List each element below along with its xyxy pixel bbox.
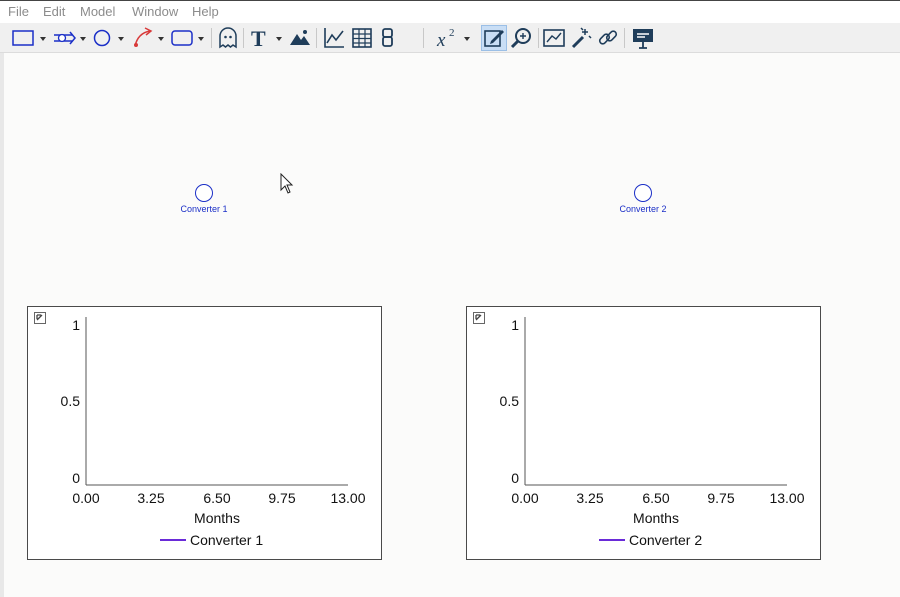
x-axis-label: Months	[633, 510, 679, 526]
y-tick-label: 0	[511, 470, 519, 486]
image-tool-button[interactable]	[288, 25, 312, 51]
toolbar: T x 2	[0, 23, 900, 53]
stock-icon	[12, 30, 46, 46]
y-tick-label: 0	[72, 470, 80, 486]
y-tick-label: 1	[511, 317, 519, 333]
presentation-screen-icon	[633, 29, 653, 49]
graph-tool-button[interactable]	[321, 25, 347, 51]
legend-label: Converter 1	[190, 532, 263, 548]
magic-wand-tool-button[interactable]	[569, 25, 593, 51]
zoom-tool-button[interactable]	[509, 25, 535, 51]
stock-tool-button[interactable]	[10, 25, 50, 51]
svg-text:x: x	[436, 30, 446, 51]
link-tool-button[interactable]	[596, 25, 620, 51]
chain-link-icon	[598, 30, 618, 45]
converter-label: Converter 2	[619, 204, 667, 214]
y-tick-label: 0.5	[500, 393, 520, 409]
converter-circle[interactable]	[634, 184, 652, 202]
converter-label: Converter 1	[180, 204, 228, 214]
table-icon	[352, 28, 372, 48]
module-tool-button[interactable]	[170, 25, 210, 51]
x-tick-label: 6.50	[642, 490, 669, 506]
module-icon	[171, 30, 204, 46]
presentation-tool-button[interactable]	[630, 25, 656, 51]
superscript-x-icon: x 2	[436, 27, 470, 51]
canvas-left-edge	[0, 53, 4, 597]
x-tick-label: 13.00	[769, 490, 804, 506]
x-tick-label: 13.00	[330, 490, 365, 506]
x-axis-label: Months	[194, 510, 240, 526]
svg-text:2: 2	[449, 27, 455, 39]
x-tick-label: 0.00	[72, 490, 99, 506]
graph-plot: 1 0.5 0 0.00 3.25 6.50 9.75 13.00 Months…	[500, 317, 805, 548]
menu-window[interactable]: Window	[132, 4, 178, 19]
x-tick-label: 6.50	[203, 490, 230, 506]
converter-circle[interactable]	[195, 184, 213, 202]
graph-expand-icon[interactable]	[473, 312, 485, 324]
x-tick-label: 3.25	[576, 490, 603, 506]
x-tick-label: 9.75	[268, 490, 295, 506]
y-tick-label: 1	[72, 317, 80, 333]
converter-2[interactable]: Converter 2	[603, 184, 683, 214]
menu-bar: File Edit Model Window Help	[0, 0, 900, 23]
x-tick-label: 3.25	[137, 490, 164, 506]
connector-icon	[134, 27, 164, 47]
menu-edit[interactable]: Edit	[43, 4, 65, 19]
equation-tool-button[interactable]: x 2	[434, 25, 474, 51]
graph-1[interactable]: 1 0.5 0 0.00 3.25 6.50 9.75 13.00 Months…	[27, 306, 382, 560]
mouse-pointer-icon	[280, 173, 294, 194]
menu-help[interactable]: Help	[192, 4, 219, 19]
x-tick-label: 0.00	[511, 490, 538, 506]
converter-tool-button[interactable]	[92, 25, 128, 51]
flow-tool-button[interactable]	[52, 25, 90, 51]
legend-label: Converter 2	[629, 532, 702, 548]
ghost-icon	[219, 27, 237, 49]
flow-icon	[54, 31, 86, 45]
mountain-image-icon	[290, 30, 310, 45]
graph-plot: 1 0.5 0 0.00 3.25 6.50 9.75 13.00 Months…	[61, 317, 366, 548]
magic-wand-icon	[571, 27, 592, 49]
menu-model[interactable]: Model	[80, 4, 115, 19]
graph-expand-icon[interactable]	[34, 312, 46, 324]
pencil-edit-icon	[484, 30, 504, 47]
digit-display-icon	[382, 28, 393, 47]
numeric-display-tool-button[interactable]	[377, 25, 399, 51]
x-tick-label: 9.75	[707, 490, 734, 506]
text-tool-button[interactable]: T	[248, 25, 286, 51]
connector-tool-button[interactable]	[132, 25, 168, 51]
graph-pad-icon	[543, 29, 565, 47]
magnifier-icon	[510, 28, 531, 49]
table-tool-button[interactable]	[349, 25, 375, 51]
ghost-tool-button[interactable]	[216, 25, 240, 51]
line-graph-icon	[324, 28, 344, 48]
edit-mode-tool-button[interactable]	[481, 25, 507, 51]
graph-pad-tool-button[interactable]	[542, 25, 566, 51]
graph-2[interactable]: 1 0.5 0 0.00 3.25 6.50 9.75 13.00 Months…	[466, 306, 821, 560]
converter-1[interactable]: Converter 1	[164, 184, 244, 214]
text-icon: T	[251, 26, 282, 51]
svg-text:T: T	[251, 26, 266, 51]
converter-icon	[93, 29, 124, 47]
menu-file[interactable]: File	[8, 4, 29, 19]
y-tick-label: 0.5	[61, 393, 81, 409]
